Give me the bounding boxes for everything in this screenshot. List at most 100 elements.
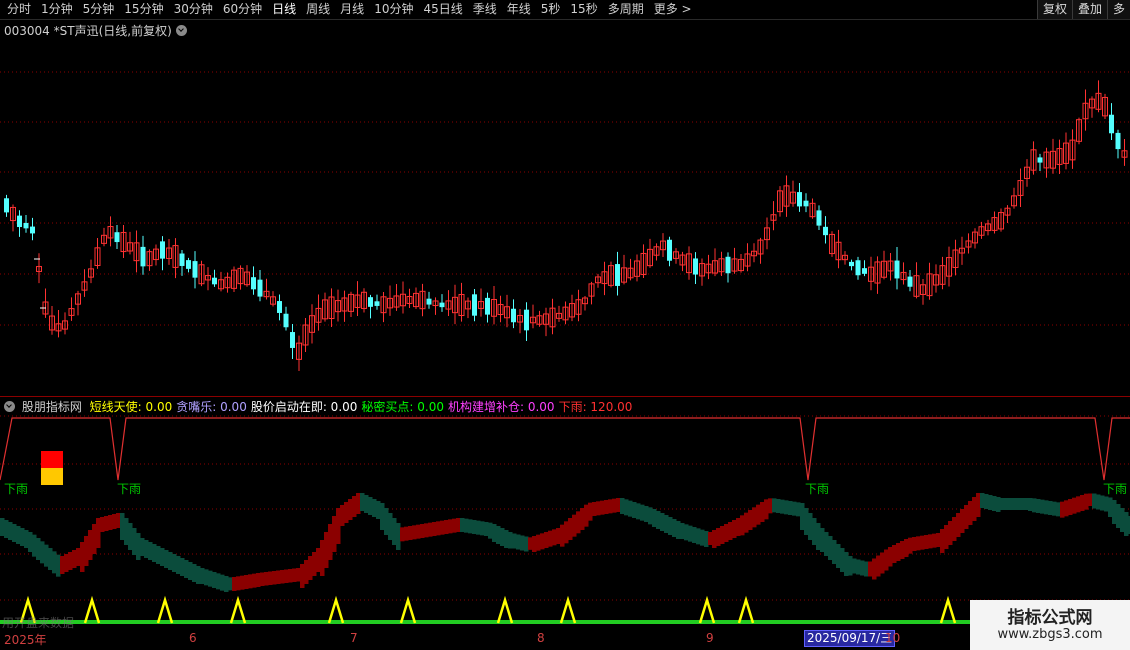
band-bar [68,552,73,570]
band-bar [572,514,577,537]
tab-3[interactable]: 15分钟 [119,1,168,18]
band-bar [556,528,561,544]
tab-5[interactable]: 60分钟 [218,1,267,18]
candle-down [472,294,477,316]
tab-16[interactable]: 更多 > [649,1,697,18]
band-bar [504,530,509,548]
band-bar [792,501,797,516]
band-bar [36,538,41,560]
toolbar-button-1[interactable]: 叠加 [1071,0,1107,19]
candle-down [160,241,165,259]
band-bar [1116,504,1121,528]
band-bar [608,499,613,514]
toolbar-button-2[interactable]: 多 [1106,0,1130,19]
candlestick-chart[interactable] [0,20,1130,396]
tab-13[interactable]: 5秒 [536,1,566,18]
band-bar [720,526,725,544]
band-bar [980,493,985,508]
candle-down [1109,114,1114,134]
toolbar-button-0[interactable]: 复权 [1036,0,1072,19]
candle-down [257,279,263,297]
candle-down [23,222,29,229]
band-bar [92,524,97,554]
band-bar [360,493,365,511]
indicator-menu-icon[interactable] [4,401,15,412]
band-bar [968,501,973,525]
band-bar [500,528,505,546]
band-bar [1008,498,1013,510]
tab-14[interactable]: 15秒 [565,1,602,18]
indicator-chart[interactable] [0,412,1130,630]
band-bar [120,513,125,540]
band-bar [1052,501,1057,516]
candle-down [426,298,432,305]
band-bar [136,533,141,560]
candle-down [4,198,9,213]
band-bar [1032,498,1037,513]
tab-15[interactable]: 多周期 [603,1,649,18]
tab-10[interactable]: 45日线 [418,1,467,18]
band-bar [856,559,861,575]
band-bar [1016,498,1021,510]
tab-12[interactable]: 年线 [502,1,536,18]
band-bar [168,552,173,570]
band-bar [212,572,217,588]
band-bar [656,511,661,529]
band-bar [1024,498,1029,510]
band-bar [756,504,761,525]
signal-triangle [399,595,417,624]
signal-triangle [83,595,101,624]
band-bar [1120,508,1125,532]
band-bar [292,568,297,582]
band-bar [732,520,737,538]
band-bar [552,529,557,546]
band-bar [976,493,981,517]
brand-watermark: 指标公式网 www.zbgs3.com [970,600,1130,650]
band-bar [100,517,105,532]
band-bar [476,520,481,535]
tab-7[interactable]: 周线 [301,1,335,18]
band-bar [904,539,909,557]
time-label: 2025年 [4,633,47,647]
band-bar [356,493,361,514]
tab-6[interactable]: 日线 [267,1,301,18]
band-bar [568,518,573,540]
band-bar [660,513,665,531]
band-bar [668,517,673,535]
band-bar [796,502,801,517]
candle-down [1115,132,1121,150]
tab-4[interactable]: 30分钟 [169,1,218,18]
tab-2[interactable]: 5分钟 [78,1,120,18]
source-label: 用开盘来数据 [2,616,75,630]
band-bar [532,536,537,552]
candle-down [368,297,373,307]
band-bar [224,576,229,592]
band-bar [208,570,213,587]
band-bar [84,536,89,566]
band-bar [344,502,349,523]
tab-9[interactable]: 10分钟 [369,1,418,18]
band-bar [16,526,21,544]
band-bar [412,525,417,540]
band-bar [308,556,313,580]
candle-down [907,276,913,287]
band-bar [4,520,9,538]
band-bar [840,548,845,572]
band-bar [852,558,857,574]
tab-1[interactable]: 1分钟 [36,1,78,18]
tab-8[interactable]: 月线 [335,1,369,18]
band-bar [516,534,521,550]
band-bar [892,545,897,563]
band-bar [1012,498,1017,510]
tab-0[interactable]: 分时 [2,1,36,18]
band-bar [176,556,181,574]
band-bar [296,568,301,582]
band-bar [376,501,381,519]
band-bar [24,530,29,548]
candle-down [667,239,672,261]
band-bar [484,522,489,536]
band-bar [828,536,833,560]
tab-11[interactable]: 季线 [468,1,502,18]
band-bar [604,500,609,514]
band-bar [392,518,397,545]
